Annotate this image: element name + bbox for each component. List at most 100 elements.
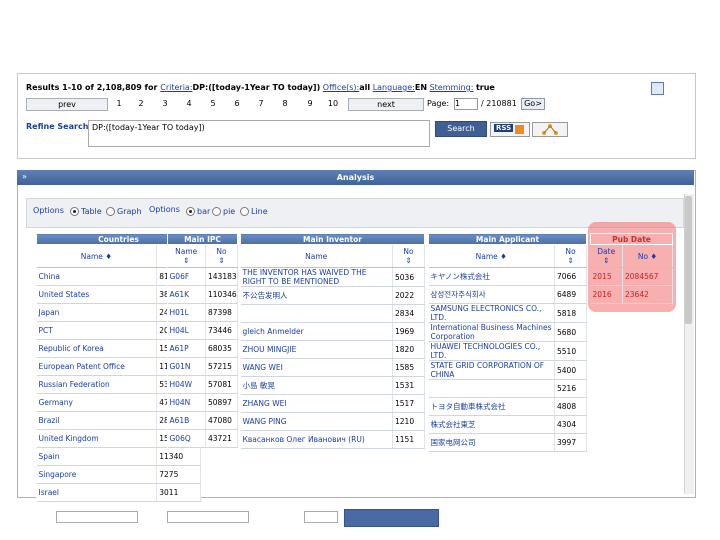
ipc-name-cell[interactable]: H04W [167,375,206,394]
countries-name-cell[interactable]: China [36,267,158,286]
language-link[interactable]: Language: [373,83,415,92]
graph-radio[interactable] [106,207,115,216]
applicant-name-cell[interactable] [428,379,555,398]
applicant-no-cell: 3997 [554,433,588,452]
countries-name-column[interactable]: Name ♦ [36,244,158,268]
table-option-label[interactable]: Table [81,207,102,216]
applicant-name-cell[interactable]: トヨタ自動車株式会社 [428,397,555,416]
ipc-name-column[interactable]: Name ⇕ [167,244,206,268]
countries-name-cell[interactable]: PCT [36,321,158,340]
ipc-name-cell[interactable]: H01L [167,303,206,322]
inventor-no-cell: 2834 [392,304,425,323]
page-link-8[interactable]: 8 [278,99,292,108]
analysis-title[interactable]: Analysis [17,170,694,185]
office-link[interactable]: Office(s): [323,83,359,92]
countries-name-cell[interactable]: Russian Federation [36,375,158,394]
applicant-name-cell[interactable]: 삼성전자주식회사 [428,285,555,304]
ipc-name-cell[interactable]: A61B [167,411,206,430]
page-link-7[interactable]: 7 [254,99,268,108]
ipc-name-cell[interactable]: G06F [167,267,206,286]
countries-name-cell[interactable]: European Patent Office [36,357,158,376]
ipc-name-cell[interactable]: G06Q [167,429,206,448]
scrollbar-thumb[interactable] [685,196,692,324]
page-link-3[interactable]: 3 [158,99,172,108]
criteria-link[interactable]: Criteria: [160,83,192,92]
countries-name-cell[interactable]: Israel [36,483,158,502]
pubdate-date-cell[interactable]: 2015 [590,267,623,286]
countries-name-cell[interactable]: United States [36,285,158,304]
ipc-no-column[interactable]: No ⇕ [205,244,238,268]
inventor-name-cell[interactable]: ZHOU MINGJIE [240,340,393,359]
applicant-name-column[interactable]: Name ♦ [428,244,555,268]
bottom-select-3[interactable] [304,511,338,523]
inventor-name-cell[interactable]: WANG PING [240,412,393,431]
pubdate-date-cell[interactable]: 2016 [590,285,623,304]
countries-name-cell[interactable]: Japan [36,303,158,322]
countries-name-cell[interactable]: United Kingdom [36,429,158,448]
applicant-name-cell[interactable]: International Business Machines Corporat… [428,322,555,342]
inventor-name-cell[interactable]: THE INVENTOR HAS WAIVED THE RIGHT TO BE … [240,267,393,287]
collapse-icon[interactable]: » [22,172,27,181]
inventor-no-column[interactable]: No ⇕ [392,244,425,268]
page-link-9[interactable]: 9 [303,99,317,108]
stemming-link[interactable]: Stemming: [430,83,474,92]
pie-radio[interactable] [212,207,221,216]
ipc-name-cell[interactable]: H04L [167,321,206,340]
page-link-6[interactable]: 6 [230,99,244,108]
go-button[interactable]: Go> [521,98,545,110]
line-option-label[interactable]: Line [251,207,268,216]
prev-button[interactable]: prev [26,98,108,111]
network-graph-button[interactable] [532,122,568,137]
inventor-row: 小島 敏晃 1531 [240,376,425,395]
pubdate-no-column[interactable]: No ♦ [622,244,673,268]
inventor-name-cell[interactable]: ZHANG WEI [240,394,393,413]
inventor-name-cell[interactable] [240,304,393,323]
page-link-10[interactable]: 10 [326,99,340,108]
pubdate-date-column[interactable]: Date ⇕ [590,244,623,268]
line-radio[interactable] [240,207,249,216]
graph-option-label[interactable]: Graph [117,207,142,216]
inventor-name-cell[interactable]: gleich Anmelder [240,322,393,341]
inventor-name-cell[interactable]: 小島 敏晃 [240,376,393,395]
bottom-select-1[interactable] [56,511,138,523]
page-link-5[interactable]: 5 [206,99,220,108]
inventor-name-cell[interactable]: Квасанков Олег Иванович (RU) [240,430,393,449]
ipc-name-cell[interactable]: H04N [167,393,206,412]
rss-button[interactable]: RSS [490,122,530,137]
inventor-name-cell[interactable]: 不公告发明人 [240,286,393,305]
applicant-name-cell[interactable]: 株式会社東芝 [428,415,555,434]
applicant-no-cell: 5400 [554,360,588,380]
inventor-name-cell[interactable]: WANG WEI [240,358,393,377]
ipc-row: G06Q 43721 [167,429,238,448]
refine-search-input[interactable]: DP:([today-1Year TO today]) [88,120,430,147]
bottom-action-button[interactable] [344,509,439,527]
table-radio[interactable] [70,207,79,216]
page-input[interactable]: 1 [454,98,478,110]
pie-option-label[interactable]: pie [223,207,235,216]
countries-name-cell[interactable]: Germany [36,393,158,412]
applicant-name-cell[interactable]: SAMSUNG ELECTRONICS CO., LTD. [428,303,555,323]
bottom-select-2[interactable] [167,511,249,523]
inventor-name-column[interactable]: Name [240,244,393,268]
countries-name-cell[interactable]: Singapore [36,465,158,484]
applicant-name-cell[interactable]: HUAWEI TECHNOLOGIES CO., LTD. [428,341,555,361]
bar-option-label[interactable]: bar [197,207,210,216]
countries-name-cell[interactable]: Spain [36,447,158,466]
applicant-no-column[interactable]: No ⇕ [554,244,588,268]
ipc-name-cell[interactable]: A61K [167,285,206,304]
page-link-4[interactable]: 4 [182,99,196,108]
applicant-name-cell[interactable]: 国家电网公司 [428,433,555,452]
export-icon[interactable] [651,82,664,95]
countries-name-cell[interactable]: Brazil [36,411,158,430]
applicant-name-cell[interactable]: キヤノン株式会社 [428,267,555,286]
applicant-name-cell[interactable]: STATE GRID CORPORATION OF CHINA [428,360,555,380]
ipc-name-cell[interactable]: A61P [167,339,206,358]
countries-name-cell[interactable]: Republic of Korea [36,339,158,358]
next-button[interactable]: next [348,98,424,111]
bar-radio[interactable] [186,207,195,216]
search-button[interactable]: Search [435,121,487,137]
page-link-2[interactable]: 2 [134,99,148,108]
ipc-name-cell[interactable]: G01N [167,357,206,376]
criteria-value: DP:([today-1Year TO today]) [192,83,321,92]
page-link-1[interactable]: 1 [112,99,126,108]
